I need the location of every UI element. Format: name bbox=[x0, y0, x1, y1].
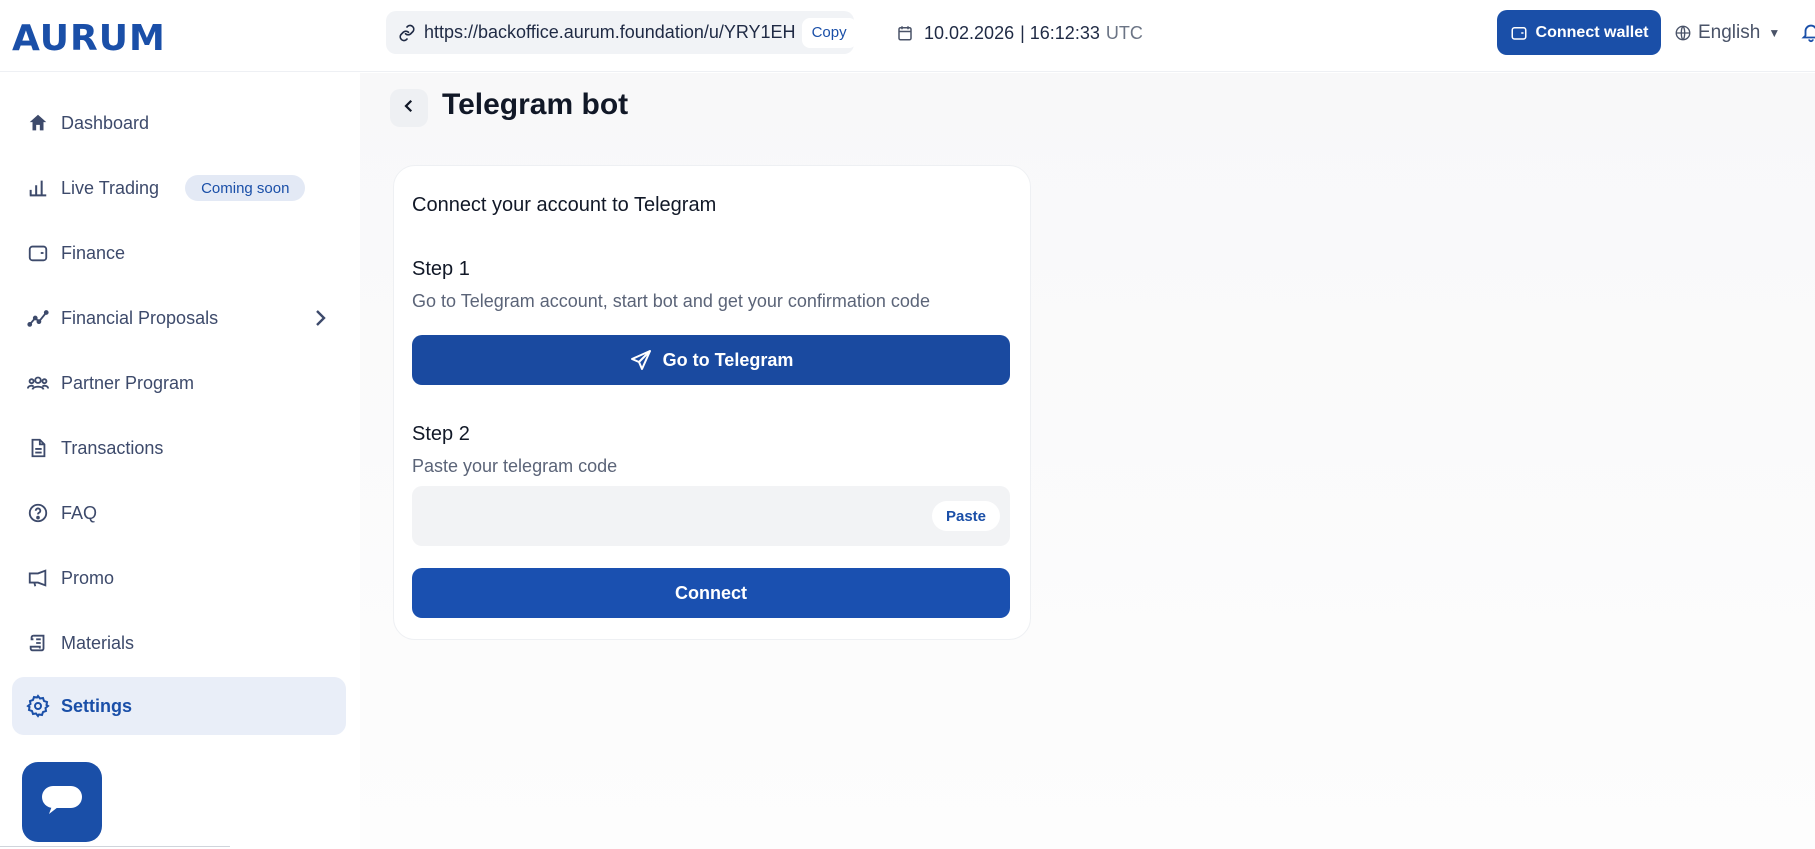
sidebar-item-label: Finance bbox=[61, 242, 126, 263]
main-content: Telegram bot Connect your account to Tel… bbox=[360, 73, 1815, 849]
connect-button[interactable]: Connect bbox=[412, 568, 1010, 618]
chat-bubble-icon bbox=[40, 784, 84, 821]
sidebar-item-label: Transactions bbox=[61, 437, 164, 458]
date-time-display: 10.02.2026 | 16:12:33 UTC bbox=[896, 20, 1143, 46]
language-label: English bbox=[1698, 22, 1761, 43]
connect-label: Connect bbox=[675, 582, 747, 603]
sidebar-item-dashboard[interactable]: Dashboard bbox=[12, 94, 346, 152]
step2-title: Step 2 bbox=[412, 423, 470, 445]
current-time: | 16:12:33 bbox=[1020, 22, 1100, 43]
telegram-code-field: Paste bbox=[412, 486, 1010, 546]
aurum-logo[interactable]: AURUM bbox=[12, 18, 166, 59]
gear-icon bbox=[26, 694, 50, 718]
sidebar: Dashboard Live Trading Coming soon Finan… bbox=[0, 72, 360, 849]
home-icon bbox=[26, 111, 50, 135]
sidebar-item-faq[interactable]: FAQ bbox=[12, 484, 346, 542]
globe-icon bbox=[1674, 24, 1692, 42]
question-icon bbox=[26, 501, 50, 525]
timezone-label: UTC bbox=[1105, 22, 1143, 43]
telegram-code-input[interactable] bbox=[412, 486, 912, 546]
back-button[interactable] bbox=[390, 89, 428, 127]
top-bar: AURUM https://backoffice.aurum.foundatio… bbox=[0, 0, 1815, 72]
step1-description: Go to Telegram account, start bot and ge… bbox=[412, 291, 930, 311]
sidebar-item-label: Materials bbox=[61, 632, 135, 653]
card-title: Connect your account to Telegram bbox=[412, 194, 717, 216]
sidebar-item-label: FAQ bbox=[61, 502, 98, 523]
calendar-icon bbox=[896, 24, 914, 42]
sidebar-item-label: Live Trading bbox=[61, 177, 160, 198]
sidebar-item-promo[interactable]: Promo bbox=[12, 549, 346, 607]
connect-wallet-label: Connect wallet bbox=[1535, 23, 1649, 41]
referral-url: https://backoffice.aurum.foundation/u/YR… bbox=[424, 22, 796, 42]
document-icon bbox=[26, 436, 50, 460]
sidebar-item-label: Partner Program bbox=[61, 372, 195, 393]
wallet-icon bbox=[1510, 24, 1528, 42]
megaphone-icon bbox=[26, 566, 50, 590]
sidebar-item-materials[interactable]: Materials bbox=[12, 614, 346, 672]
connect-wallet-button[interactable]: Connect wallet bbox=[1497, 10, 1661, 55]
scroll-icon bbox=[26, 631, 50, 655]
telegram-connect-card: Connect your account to Telegram Step 1 … bbox=[393, 165, 1031, 640]
chevron-right-icon bbox=[308, 306, 332, 330]
paper-plane-icon bbox=[629, 348, 653, 372]
current-date: 10.02.2026 bbox=[924, 22, 1015, 43]
bar-chart-icon bbox=[26, 176, 50, 200]
go-to-telegram-label: Go to Telegram bbox=[662, 349, 794, 370]
step2-description: Paste your telegram code bbox=[412, 456, 618, 476]
referral-link-box: https://backoffice.aurum.foundation/u/YR… bbox=[386, 11, 857, 54]
sidebar-item-financial-proposals[interactable]: Financial Proposals bbox=[12, 289, 346, 347]
step1-title: Step 1 bbox=[412, 258, 470, 280]
caret-down-icon: ▼ bbox=[1768, 26, 1781, 40]
bell-icon[interactable] bbox=[1800, 20, 1815, 44]
chevron-left-icon bbox=[400, 97, 418, 120]
paste-button[interactable]: Paste bbox=[931, 501, 1000, 531]
trend-line-icon bbox=[26, 306, 50, 330]
sidebar-item-settings[interactable]: Settings bbox=[12, 677, 346, 735]
divider bbox=[0, 846, 230, 847]
go-to-telegram-button[interactable]: Go to Telegram bbox=[412, 335, 1010, 385]
sidebar-item-label: Financial Proposals bbox=[61, 307, 219, 328]
chat-support-button[interactable] bbox=[22, 762, 102, 842]
sidebar-item-label: Settings bbox=[61, 695, 133, 716]
sidebar-item-transactions[interactable]: Transactions bbox=[12, 419, 346, 477]
page-title: Telegram bot bbox=[442, 88, 629, 121]
sidebar-item-live-trading[interactable]: Live Trading Coming soon bbox=[12, 159, 346, 217]
coming-soon-badge: Coming soon bbox=[185, 175, 306, 201]
wallet-icon bbox=[26, 241, 50, 265]
language-selector[interactable]: English ▼ bbox=[1674, 20, 1780, 46]
sidebar-item-label: Dashboard bbox=[61, 112, 150, 133]
link-icon bbox=[398, 24, 416, 42]
sidebar-item-label: Promo bbox=[61, 567, 115, 588]
users-icon bbox=[26, 371, 50, 395]
sidebar-item-partner-program[interactable]: Partner Program bbox=[12, 354, 346, 412]
copy-button[interactable]: Copy bbox=[801, 17, 857, 48]
sidebar-item-finance[interactable]: Finance bbox=[12, 224, 346, 282]
